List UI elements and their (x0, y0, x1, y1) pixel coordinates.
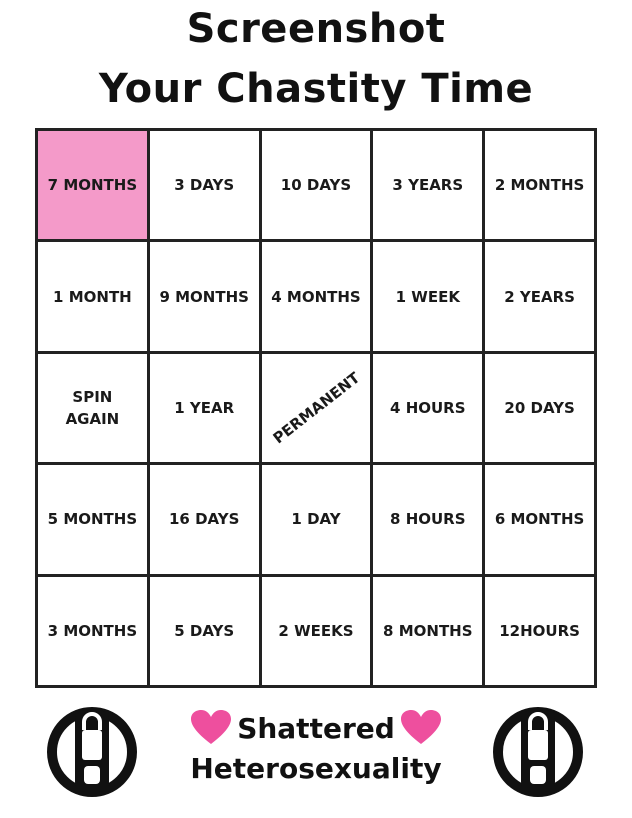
grid-cell: 7 MONTHS (38, 131, 147, 240)
grid-cell: PERMANENT (261, 353, 371, 463)
grid-cell: SPIN AGAIN (38, 353, 147, 463)
grid-cell: 12HOURS (485, 576, 594, 685)
brand-line-1-row: Shattered (170, 710, 462, 746)
grid-cell: 4 HOURS (373, 353, 483, 463)
brand-name-line-1: Shattered (237, 711, 395, 745)
grid-cell: 1 WEEK (373, 242, 483, 351)
grid-cell: 16 DAYS (149, 465, 259, 574)
grid-cell: 5 MONTHS (38, 465, 147, 574)
heart-icon (191, 710, 232, 744)
grid-cell: 6 MONTHS (485, 465, 594, 574)
brand-name-line-2: Heterosexuality (190, 752, 442, 785)
grid-cell: 8 MONTHS (373, 576, 483, 685)
chastity-lock-icon (47, 707, 137, 797)
grid-cell: 20 DAYS (485, 353, 594, 463)
grid-cell: 1 MONTH (38, 242, 147, 351)
grid-cell: 2 WEEKS (261, 576, 371, 685)
grid-cell: 4 MONTHS (261, 242, 371, 351)
grid-cell: 3 YEARS (373, 131, 483, 240)
grid-cell: 8 HOURS (373, 465, 483, 574)
time-grid: 7 MONTHS 3 DAYS 10 DAYS 3 YEARS 2 MONTHS… (35, 128, 597, 688)
grid-cell: 10 DAYS (261, 131, 371, 240)
grid-cell: 1 YEAR (149, 353, 259, 463)
grid-cell: 1 DAY (261, 465, 371, 574)
title-line-1: Screenshot (186, 6, 446, 52)
footer: Shattered Heterosexuality (0, 700, 632, 810)
grid-cell: 9 MONTHS (149, 242, 259, 351)
grid-cell: 2 YEARS (485, 242, 594, 351)
grid-cell: 5 DAYS (149, 576, 259, 685)
grid-cell: 3 DAYS (149, 131, 259, 240)
grid-cell: 3 MONTHS (38, 576, 147, 685)
chastity-lock-icon (493, 707, 583, 797)
title-line-2: Your Chastity Time (98, 66, 534, 112)
heart-icon (400, 710, 441, 744)
grid-cell: 2 MONTHS (485, 131, 594, 240)
